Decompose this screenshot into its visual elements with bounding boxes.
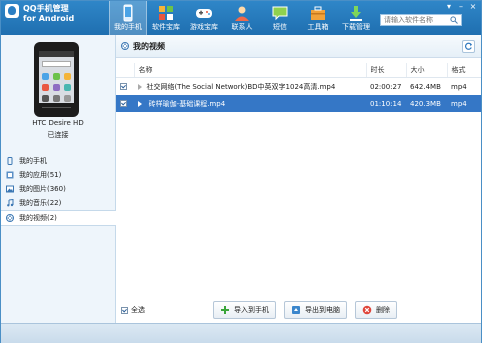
phone-icon [7,157,13,165]
import-to-phone-button[interactable]: 导入到手机 [213,301,276,319]
sidebar-item-my-videos[interactable]: 我的视频(2) [1,210,116,226]
delete-icon [362,305,372,315]
main-panel: 我的视频 名称 时长 大小 格式 社交网络(The Social Network… [116,35,481,323]
page-title: 我的视频 [133,42,165,51]
sidebar-item-my-pictures[interactable]: 我的图片(360) [1,182,115,196]
main-header: 我的视频 [116,35,481,58]
table-header: 名称 时长 大小 格式 [116,63,481,78]
import-icon [221,306,229,314]
download-icon [350,6,362,21]
sidebar: HTC Desire HD 已连接 我的手机 我的应用(51) 我的图片(360… [1,35,116,323]
minimize-icon[interactable]: – [456,3,466,12]
video-name: 砖样瑜伽-基础课程.mp4 [146,99,226,108]
nav-my-phone[interactable]: 我的手机 [109,1,147,35]
sidebar-item-label: 我的图片(360) [19,185,66,193]
sidebar-list: 我的手机 我的应用(51) 我的图片(360) 我的音乐(22) 我的视频(2) [1,154,116,226]
title-bar: QQ手机管理 for Android 我的手机 软件宝库 游戏宝库 联系人 短信 [1,1,481,35]
refresh-icon [465,42,472,50]
status-bar [1,323,481,343]
app-title: QQ手机管理 [23,4,69,13]
search-input[interactable] [381,15,450,25]
column-header-name[interactable]: 名称 [133,63,366,78]
play-icon[interactable] [138,100,142,107]
play-icon[interactable] [138,83,142,90]
top-nav: 我的手机 软件宝库 游戏宝库 联系人 短信 工具箱 下载管理 [109,1,375,35]
phone-icon [123,4,133,22]
sidebar-item-label: 我的手机 [19,157,47,165]
action-bar: 导入到手机 导出到电脑 删除 [213,301,397,319]
nav-contacts[interactable]: 联系人 [223,1,261,35]
video-duration: 01:10:14 [366,95,406,112]
video-name: 社交网络(The Social Network)BD中英双字1024高清.mp4 [146,82,336,91]
select-all-label: 全选 [131,306,145,314]
video-size: 642.4MB [410,82,441,91]
header-checkbox-col [116,63,134,78]
device-name: HTC Desire HD [32,119,84,127]
apps-grid-icon [159,6,173,20]
refresh-button[interactable] [462,40,475,53]
app-window: QQ手机管理 for Android 我的手机 软件宝库 游戏宝库 联系人 短信 [0,0,482,343]
nav-sms[interactable]: 短信 [261,1,299,35]
sidebar-item-label: 我的音乐(22) [19,199,62,207]
video-size: 420.3MB [406,95,447,112]
sms-icon [272,6,288,21]
video-icon [121,42,129,50]
sidebar-item-my-apps[interactable]: 我的应用(51) [1,168,115,182]
contacts-icon [235,6,249,21]
app-subtitle: for Android [23,14,75,23]
window-controls: ▾ – × [444,3,478,12]
delete-button[interactable]: 删除 [355,301,397,319]
search-icon[interactable] [450,16,458,24]
nav-software-store[interactable]: 软件宝库 [147,1,185,35]
video-duration: 02:00:27 [370,82,402,91]
nav-toolbox[interactable]: 工具箱 [299,1,337,35]
device-status: 已连接 [47,131,69,139]
select-all[interactable]: 全选 [121,305,145,315]
nav-game-store[interactable]: 游戏宝库 [185,1,223,35]
close-icon[interactable]: × [468,3,478,12]
column-header-size[interactable]: 大小 [405,63,447,78]
apps-icon [6,171,14,179]
sidebar-item-my-phone[interactable]: 我的手机 [1,154,115,168]
menu-icon[interactable]: ▾ [444,3,454,12]
row-checkbox[interactable] [120,83,127,90]
gamepad-icon [196,9,212,18]
column-header-format[interactable]: 格式 [446,63,481,78]
sidebar-item-my-music[interactable]: 我的音乐(22) [1,196,115,210]
image-icon [6,185,14,193]
select-all-checkbox[interactable] [121,306,128,314]
sidebar-item-label: 我的应用(51) [19,171,62,179]
music-icon [7,199,14,207]
video-format: mp4 [451,82,467,91]
video-format: mp4 [447,95,481,112]
video-icon [6,214,14,222]
nav-download-manager[interactable]: 下载管理 [337,1,375,35]
export-icon [292,306,300,314]
qq-logo-icon [5,4,19,18]
table-row[interactable]: 社交网络(The Social Network)BD中英双字1024高清.mp4… [116,78,481,96]
search-box [380,14,462,26]
video-table: 名称 时长 大小 格式 社交网络(The Social Network)BD中英… [116,63,481,112]
toolbox-icon [311,6,325,20]
export-to-pc-button[interactable]: 导出到电脑 [284,301,347,319]
device-image [34,42,79,117]
table-row[interactable]: 砖样瑜伽-基础课程.mp4 01:10:14 420.3MB mp4 [116,95,481,112]
row-checkbox[interactable] [120,100,127,107]
column-header-duration[interactable]: 时长 [365,63,406,78]
sidebar-item-label: 我的视频(2) [19,214,57,222]
